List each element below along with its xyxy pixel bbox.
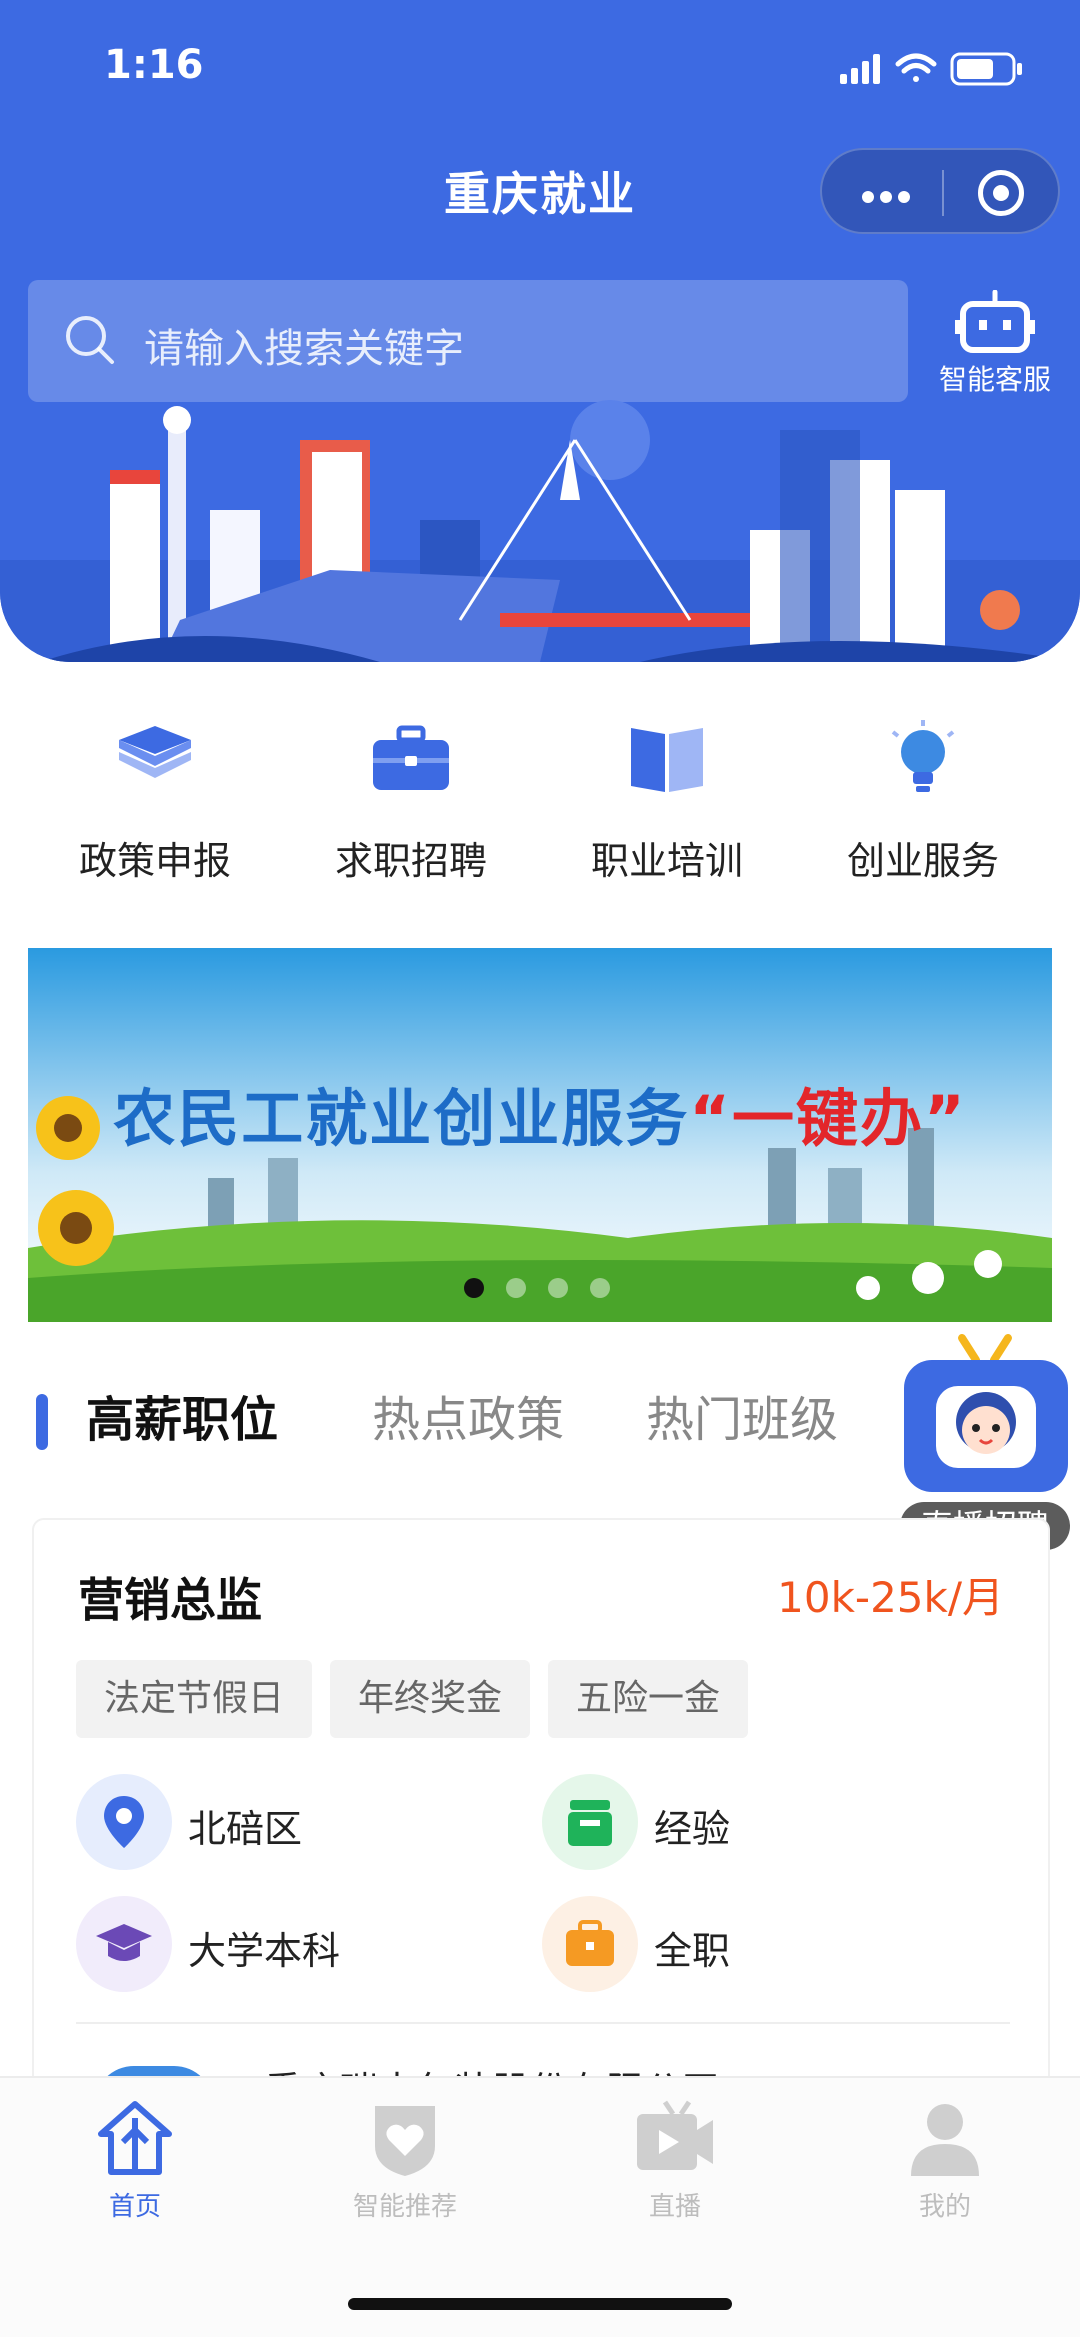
job-tags: 法定节假日 年终奖金 五险一金 bbox=[76, 1660, 766, 1738]
promo-banner[interactable]: 农民工就业创业服务“一键办” bbox=[28, 948, 1052, 1322]
menu-item-entrepreneurship[interactable]: 创业服务 bbox=[788, 700, 1058, 900]
city-skyline-illustration bbox=[0, 400, 1080, 662]
menu-item-training[interactable]: 职业培训 bbox=[532, 700, 802, 900]
pager-dot[interactable] bbox=[590, 1278, 610, 1298]
location-text: 北碚区 bbox=[188, 1807, 303, 1851]
menu-item-policy[interactable]: 政策申报 bbox=[20, 700, 290, 900]
quick-menu: 政策申报 求职招聘 职业培训 创业服务 bbox=[0, 700, 1080, 900]
home-icon bbox=[98, 2101, 172, 2175]
job-tag: 法定节假日 bbox=[76, 1660, 313, 1738]
home-indicator bbox=[348, 2298, 732, 2310]
tab-hot-class[interactable]: 热门班级 bbox=[646, 1380, 838, 1450]
pager-dot[interactable] bbox=[506, 1278, 526, 1298]
more-icon[interactable] bbox=[862, 188, 916, 207]
experience-text: 经验 bbox=[654, 1807, 731, 1851]
heart-shield-icon bbox=[375, 2106, 435, 2176]
job-salary: 10k-25k/月 bbox=[777, 1573, 1004, 1622]
job-title: 营销总监 bbox=[78, 1573, 262, 1627]
job-tag: 五险一金 bbox=[548, 1660, 749, 1738]
wifi-icon bbox=[895, 53, 937, 82]
close-target-icon[interactable] bbox=[978, 170, 1024, 216]
nav-label: 智能推荐 bbox=[352, 2192, 457, 2222]
briefcase-icon bbox=[542, 1896, 638, 1992]
menu-item-jobs[interactable]: 求职招聘 bbox=[276, 700, 546, 900]
nav-label: 首页 bbox=[108, 2192, 161, 2222]
menu-label: 求职招聘 bbox=[334, 839, 487, 883]
signal-icon bbox=[840, 54, 880, 84]
nav-recommend[interactable]: 智能推荐 bbox=[270, 2098, 540, 2222]
nav-live[interactable]: 直播 bbox=[540, 2098, 810, 2222]
lightbulb-icon bbox=[891, 720, 955, 792]
status-time: 1:16 bbox=[104, 42, 204, 88]
banner-pager bbox=[464, 1278, 632, 1302]
banner-headline: 农民工就业创业服务“一键办” bbox=[28, 1068, 1052, 1158]
robot-icon bbox=[955, 290, 1035, 353]
menu-label: 政策申报 bbox=[78, 839, 231, 883]
job-location: 北碚区 bbox=[76, 1774, 476, 1870]
banner-headline-main: 农民工就业创业服务 bbox=[113, 1082, 690, 1155]
capsule-divider bbox=[942, 170, 944, 216]
menu-label: 创业服务 bbox=[846, 839, 999, 883]
video-icon bbox=[637, 2100, 713, 2170]
tab-hot-policy[interactable]: 热点政策 bbox=[372, 1380, 564, 1450]
education-text: 大学本科 bbox=[188, 1929, 341, 1973]
battery-icon bbox=[950, 52, 1022, 86]
card-divider bbox=[76, 2022, 1010, 2024]
job-type: 全职 bbox=[542, 1896, 942, 1992]
menu-label: 职业培训 bbox=[590, 839, 743, 883]
nav-mine[interactable]: 我的 bbox=[810, 2098, 1080, 2222]
pager-dot[interactable] bbox=[548, 1278, 568, 1298]
user-icon bbox=[911, 2104, 979, 2176]
job-education: 大学本科 bbox=[76, 1896, 476, 1992]
job-experience: 经验 bbox=[542, 1774, 942, 1870]
briefcase-icon bbox=[373, 725, 449, 790]
experience-icon bbox=[542, 1774, 638, 1870]
active-tab-indicator bbox=[36, 1394, 48, 1450]
mascot-face bbox=[936, 1386, 1036, 1468]
status-icons bbox=[840, 52, 1022, 86]
graduation-cap-icon bbox=[76, 1896, 172, 1992]
search-icon bbox=[66, 316, 114, 364]
header-hero: 1:16 重庆就业 请输入搜索关键字 智能客服 bbox=[0, 0, 1080, 662]
book-icon bbox=[631, 728, 703, 792]
location-pin-icon bbox=[76, 1774, 172, 1870]
miniprogram-capsule bbox=[820, 148, 1060, 234]
layers-icon bbox=[119, 726, 191, 778]
nav-home[interactable]: 首页 bbox=[0, 2098, 270, 2222]
pager-dot[interactable] bbox=[464, 1278, 484, 1298]
tab-high-salary[interactable]: 高薪职位 bbox=[86, 1380, 278, 1450]
nav-label: 直播 bbox=[648, 2192, 701, 2222]
banner-headline-quote: “一键办” bbox=[689, 1082, 967, 1155]
nav-label: 我的 bbox=[918, 2192, 971, 2222]
job-tag: 年终奖金 bbox=[330, 1660, 531, 1738]
search-placeholder: 请输入搜索关键字 bbox=[144, 326, 464, 372]
job-type-text: 全职 bbox=[654, 1929, 731, 1973]
